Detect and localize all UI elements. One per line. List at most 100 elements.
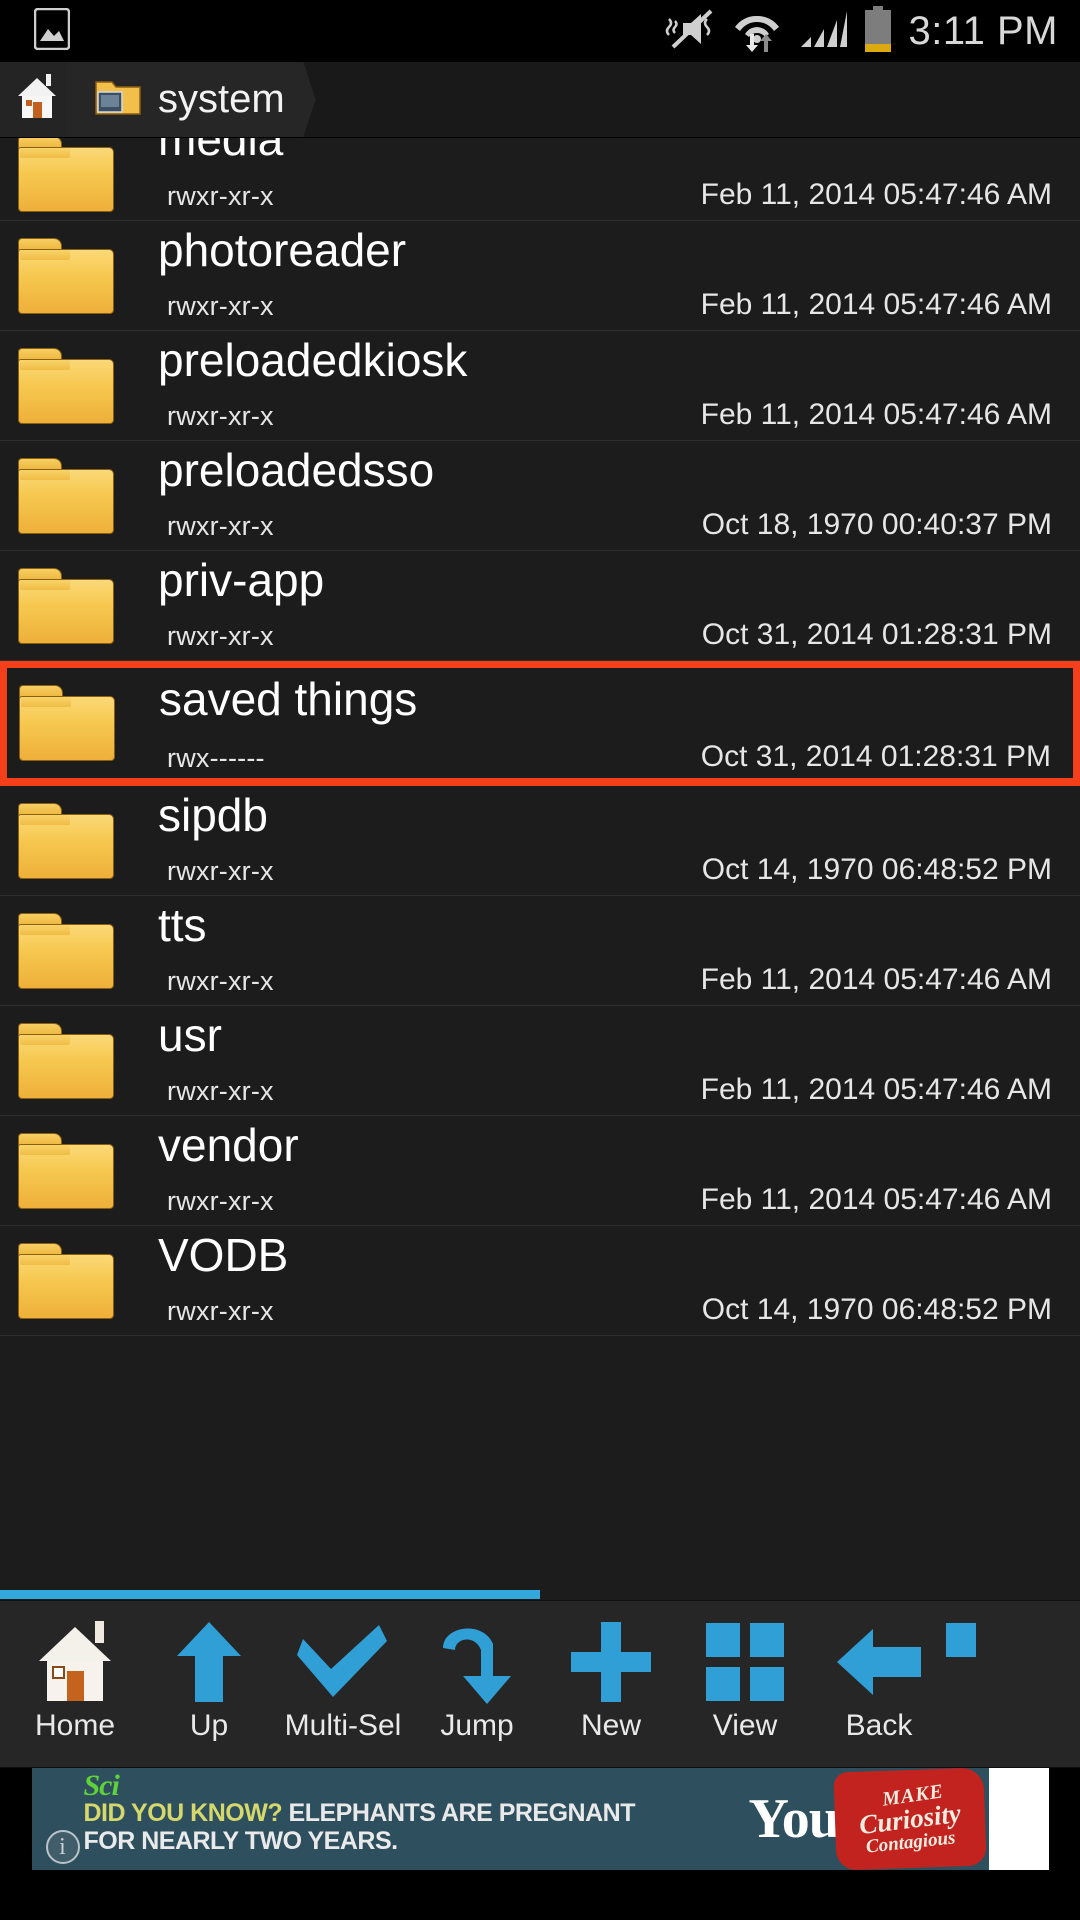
status-bar-left-icons bbox=[33, 7, 71, 55]
file-permissions: rwxr-xr-x bbox=[167, 511, 274, 541]
file-name: photoreader bbox=[158, 224, 407, 276]
folder-icon bbox=[18, 237, 114, 314]
file-name: preloadedkiosk bbox=[158, 334, 468, 386]
file-date: Feb 11, 2014 05:47:46 AM bbox=[700, 398, 1052, 431]
file-name: preloadedsso bbox=[158, 444, 435, 496]
status-bar: 3:11 PM bbox=[0, 0, 1080, 62]
scrollbar-thumb[interactable] bbox=[0, 1590, 540, 1599]
toolbar-button-back[interactable]: Back bbox=[812, 1601, 946, 1767]
breadcrumb-separator bbox=[289, 62, 316, 137]
horizontal-scrollbar[interactable] bbox=[0, 1590, 1080, 1600]
ad-text-area: Sci DID YOU KNOW? ELEPHANTS ARE PREGNANT… bbox=[32, 1768, 739, 1870]
toolbar-button-jump[interactable]: Jump bbox=[410, 1601, 544, 1767]
battery-low-icon bbox=[861, 5, 895, 57]
toolbar-button-label: Back bbox=[845, 1709, 913, 1742]
toolbar-button-label: Jump bbox=[440, 1709, 514, 1742]
file-permissions: rwx------ bbox=[167, 743, 265, 773]
file-name: usr bbox=[158, 1009, 222, 1061]
folder-icon bbox=[18, 567, 114, 644]
folder-icon bbox=[18, 802, 114, 879]
file-name: tts bbox=[158, 899, 207, 951]
curved-arrow-down-icon bbox=[435, 1619, 519, 1705]
file-name: sipdb bbox=[158, 789, 268, 841]
ad-brand-logo: Sci bbox=[83, 1769, 120, 1802]
clock-time: 3:11 PM bbox=[908, 9, 1058, 53]
file-date: Feb 11, 2014 05:47:46 AM bbox=[700, 1183, 1052, 1216]
signal-bars-icon bbox=[797, 7, 847, 56]
ad-headline-line1: DID YOU KNOW? ELEPHANTS ARE PREGNANT bbox=[83, 1799, 739, 1828]
toolbar-button-multi-sel[interactable]: Multi-Sel bbox=[276, 1601, 410, 1767]
ad-logo-area: You MAKE Curiosity Contagious bbox=[739, 1768, 1049, 1870]
file-row[interactable]: preloadedkiosk rwxr-xr-x Feb 11, 2014 05:4… bbox=[0, 331, 1080, 441]
ad-headline-highlight: DID YOU KNOW? bbox=[83, 1799, 283, 1827]
home-icon bbox=[33, 1619, 117, 1705]
file-permissions: rwxr-xr-x bbox=[167, 621, 274, 651]
ad-info-icon[interactable]: i bbox=[45, 1830, 80, 1864]
home-icon bbox=[16, 74, 58, 125]
ad-banner[interactable]: Sci DID YOU KNOW? ELEPHANTS ARE PREGNANT… bbox=[31, 1768, 1049, 1870]
toolbar-button-label: View bbox=[712, 1709, 778, 1742]
folder-icon bbox=[18, 1132, 114, 1209]
file-list[interactable]: media rwxr-xr-x Feb 11, 2014 05:47:46 AM ph… bbox=[0, 138, 1080, 1590]
folder-device-icon bbox=[94, 76, 142, 123]
toolbar-button-view[interactable]: View bbox=[678, 1601, 812, 1767]
folder-icon bbox=[18, 138, 114, 212]
plus-icon bbox=[571, 1619, 651, 1705]
toolbar-button-label: Up bbox=[189, 1709, 229, 1742]
folder-icon bbox=[18, 912, 114, 989]
breadcrumb: system bbox=[0, 62, 1080, 138]
file-row[interactable]: VODB rwxr-xr-x Oct 14, 1970 06:48:52 PM bbox=[0, 1226, 1080, 1336]
toolbar-button-more[interactable] bbox=[946, 1601, 986, 1767]
file-row-selected[interactable]: saved things rwx------ Oct 31, 2014 01:28:… bbox=[0, 661, 1080, 786]
ad-logo-text: You bbox=[748, 1788, 840, 1850]
ad-headline-line2: FOR NEARLY TWO YEARS. bbox=[83, 1826, 399, 1855]
file-permissions: rwxr-xr-x bbox=[167, 1076, 274, 1106]
toolbar-button-home[interactable]: Home bbox=[8, 1601, 142, 1767]
bottom-filler bbox=[0, 1870, 1080, 1920]
file-permissions: rwxr-xr-x bbox=[167, 1296, 274, 1326]
file-permissions: rwxr-xr-x bbox=[167, 291, 274, 321]
folder-icon bbox=[18, 1022, 114, 1099]
file-name: vendor bbox=[158, 1119, 299, 1171]
file-date: Feb 11, 2014 05:47:46 AM bbox=[700, 1073, 1052, 1106]
breadcrumb-home[interactable] bbox=[0, 62, 93, 137]
file-row[interactable]: preloadedsso rwxr-xr-x Oct 18, 1970 00:40:… bbox=[0, 441, 1080, 551]
file-permissions: rwxr-xr-x bbox=[167, 401, 274, 431]
partial-icon bbox=[946, 1619, 986, 1705]
file-name: VODB bbox=[158, 1229, 289, 1281]
gallery-image-icon bbox=[33, 7, 71, 55]
breadcrumb-item-system[interactable]: system bbox=[80, 62, 316, 137]
file-date: Oct 31, 2014 01:28:31 PM bbox=[700, 740, 1051, 773]
arrow-up-icon bbox=[175, 1619, 243, 1705]
toolbar-button-label: Multi-Sel bbox=[284, 1709, 402, 1742]
file-row[interactable]: media rwxr-xr-x Feb 11, 2014 05:47:46 AM bbox=[0, 138, 1080, 221]
file-permissions: rwxr-xr-x bbox=[167, 181, 274, 211]
ad-headline-rest: ELEPHANTS ARE PREGNANT bbox=[282, 1799, 636, 1827]
arrow-left-icon bbox=[835, 1619, 923, 1705]
breadcrumb-label: system bbox=[158, 77, 285, 121]
toolbar-button-new[interactable]: New bbox=[544, 1601, 678, 1767]
file-name: media bbox=[158, 138, 284, 165]
bottom-toolbar[interactable]: Home Up Multi-Sel Jump New View Back bbox=[0, 1600, 1080, 1768]
folder-icon bbox=[18, 347, 114, 424]
toolbar-button-label: Home bbox=[34, 1709, 116, 1742]
folder-icon bbox=[18, 457, 114, 534]
file-row[interactable]: vendor rwxr-xr-x Feb 11, 2014 05:47:46 AM bbox=[0, 1116, 1080, 1226]
ad-logo-badge: MAKE Curiosity Contagious bbox=[833, 1768, 987, 1870]
vibrate-mute-icon bbox=[663, 7, 717, 56]
file-row[interactable]: priv-app rwxr-xr-x Oct 31, 2014 01:28:31 P… bbox=[0, 551, 1080, 661]
ad-white-edge bbox=[988, 1768, 1049, 1870]
file-date: Feb 11, 2014 05:47:46 AM bbox=[700, 178, 1052, 211]
toolbar-button-label: New bbox=[580, 1709, 641, 1742]
file-date: Oct 14, 1970 06:48:52 PM bbox=[701, 1293, 1052, 1326]
file-name: priv-app bbox=[158, 554, 325, 606]
folder-icon bbox=[19, 685, 115, 761]
file-row[interactable]: tts rwxr-xr-x Feb 11, 2014 05:47:46 AM bbox=[0, 896, 1080, 1006]
file-row[interactable]: usr rwxr-xr-x Feb 11, 2014 05:47:46 AM bbox=[0, 1006, 1080, 1116]
status-bar-right-icons: 3:11 PM bbox=[663, 0, 1059, 62]
file-date: Feb 11, 2014 05:47:46 AM bbox=[700, 288, 1052, 321]
grid-view-icon bbox=[706, 1619, 784, 1705]
file-row[interactable]: sipdb rwxr-xr-x Oct 14, 1970 06:48:52 PM bbox=[0, 786, 1080, 896]
file-row[interactable]: photoreader rwxr-xr-x Feb 11, 2014 05:47:4… bbox=[0, 221, 1080, 331]
toolbar-button-up[interactable]: Up bbox=[142, 1601, 276, 1767]
